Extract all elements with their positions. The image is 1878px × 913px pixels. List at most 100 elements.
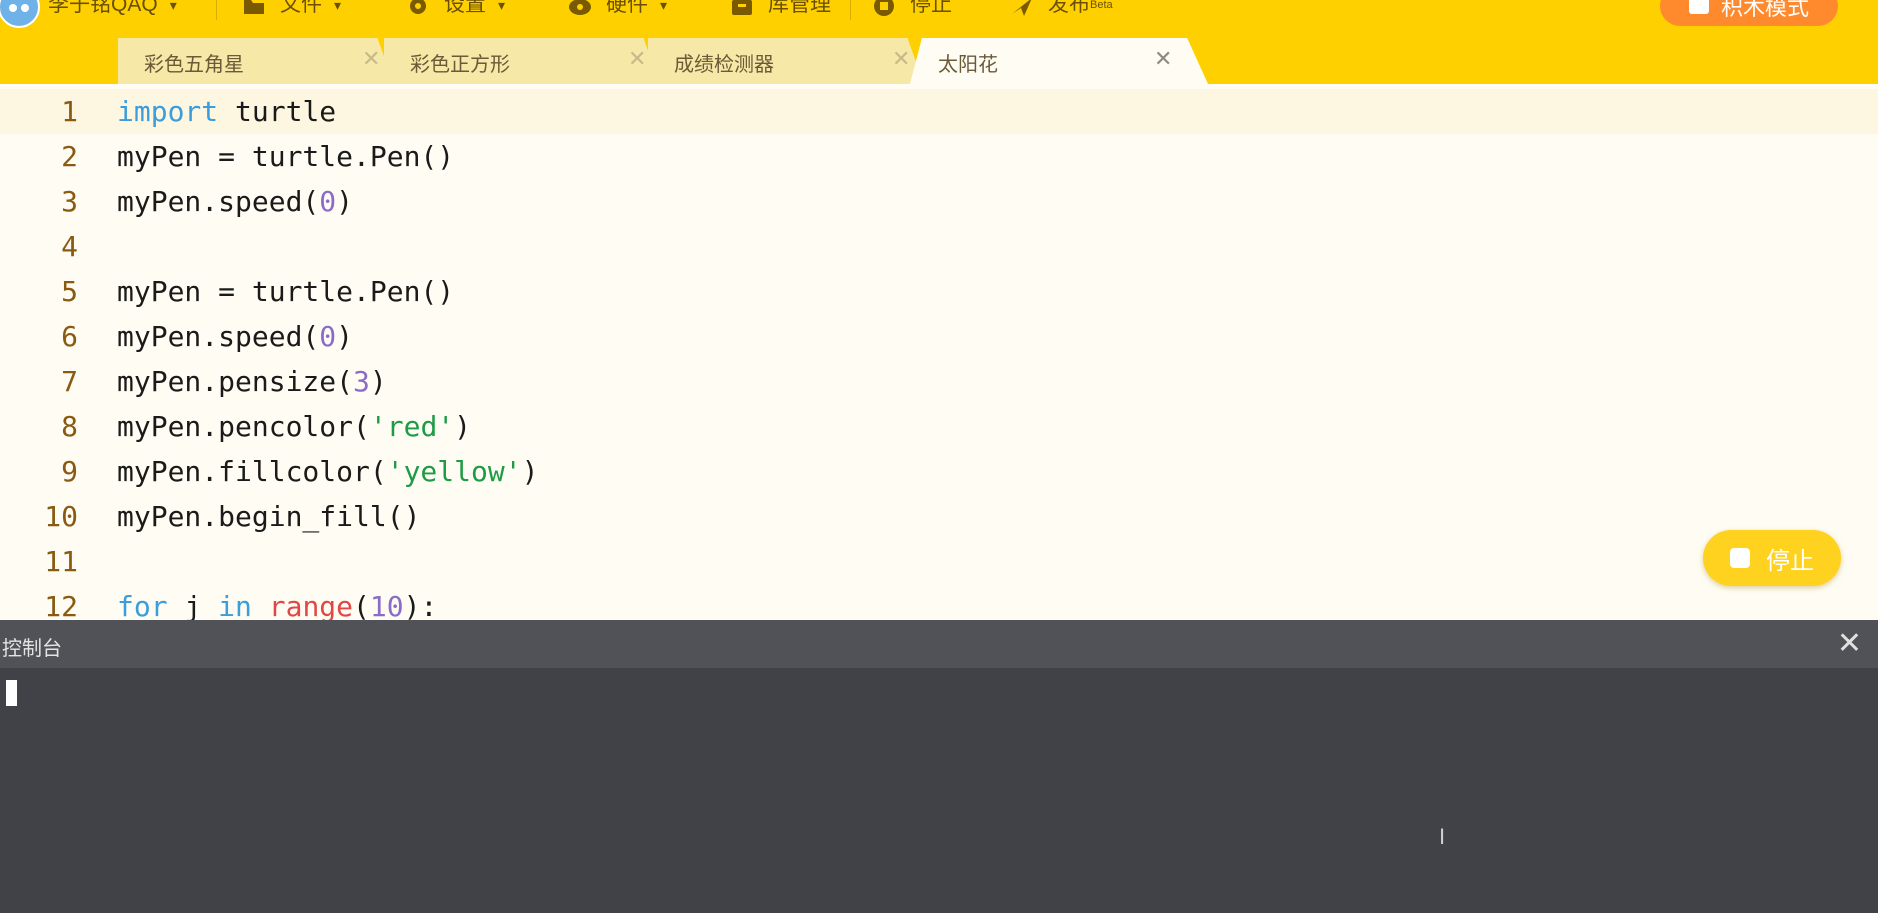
- close-icon[interactable]: ✕: [628, 46, 646, 72]
- code-part: ): [454, 410, 472, 443]
- stop-icon: [872, 0, 896, 16]
- code-text: myPen.pensize(3): [117, 359, 387, 404]
- menubar: 李子铭QAQ ▾ 文件 ▾ 设置 ▾ 硬件 ▾ 库管理 停止 发布 Beta 积…: [0, 0, 1878, 38]
- code-part: ): [521, 455, 539, 488]
- code-part: myPen.speed(: [117, 185, 320, 218]
- tab-bar: 彩色五角星 ✕ 彩色正方形 ✕ 成绩检测器 ✕ 太阳花 ✕: [0, 38, 1878, 84]
- close-icon[interactable]: ✕: [1154, 46, 1172, 72]
- console-output[interactable]: I: [0, 668, 1878, 913]
- publish-menu[interactable]: 发布 Beta: [1010, 0, 1113, 20]
- tab-grade-checker[interactable]: 成绩检测器 ✕: [648, 38, 924, 84]
- code-line: 11: [0, 539, 1878, 584]
- code-part: ):: [403, 590, 438, 620]
- close-icon[interactable]: ✕: [362, 46, 380, 72]
- code-part: myPen.pensize(: [117, 365, 354, 398]
- code-text: myPen.pencolor('red'): [117, 404, 471, 449]
- line-number: 8: [61, 410, 78, 443]
- line-number: 4: [61, 230, 78, 263]
- code-editor[interactable]: 1 import turtle 2 myPen = turtle.Pen() 3…: [0, 84, 1878, 620]
- code-part: j: [167, 590, 219, 620]
- block-icon: [1688, 0, 1709, 14]
- stop-menu[interactable]: 停止: [872, 0, 952, 20]
- close-icon[interactable]: ✕: [892, 46, 910, 72]
- block-mode-button[interactable]: 积木模式: [1660, 0, 1838, 26]
- code-text: myPen.speed(0): [117, 314, 353, 359]
- text-cursor: [6, 680, 17, 706]
- settings-menu[interactable]: 设置 ▾: [406, 0, 505, 20]
- stop-run-label: 停止: [1766, 547, 1814, 575]
- code-line: 9 myPen.fillcolor('yellow'): [0, 449, 1878, 494]
- stop-run-button[interactable]: 停止: [1703, 530, 1841, 586]
- line-number: 3: [61, 185, 78, 218]
- block-mode-label: 积木模式: [1720, 0, 1809, 20]
- stop-menu-label: 停止: [910, 0, 952, 16]
- tab-label: 成绩检测器: [674, 54, 774, 76]
- line-number: 11: [44, 545, 78, 578]
- line-number: 9: [61, 455, 78, 488]
- tab-label: 太阳花: [938, 54, 998, 76]
- line-number: 2: [61, 140, 78, 173]
- line-number: 1: [61, 95, 78, 128]
- keyword: in: [218, 590, 252, 620]
- hardware-menu[interactable]: 硬件 ▾: [568, 0, 667, 20]
- box-icon: [730, 0, 754, 15]
- code-line: 3 myPen.speed(0): [0, 179, 1878, 224]
- line-number: 6: [61, 320, 78, 353]
- tab-label: 彩色正方形: [410, 54, 510, 76]
- code-text: myPen.begin_fill(): [117, 500, 421, 533]
- chevron-down-icon: ▾: [498, 0, 506, 13]
- code-part: ): [336, 185, 354, 218]
- tab-colorful-square[interactable]: 彩色正方形 ✕: [384, 38, 660, 84]
- library-menu[interactable]: 库管理: [730, 0, 831, 20]
- line-number: 7: [61, 365, 78, 398]
- code-line: 5 myPen = turtle.Pen(): [0, 269, 1878, 314]
- code-part: ): [369, 365, 387, 398]
- library-menu-label: 库管理: [768, 0, 831, 16]
- code-part: ): [336, 320, 354, 353]
- code-text: for j in range(10):: [117, 584, 437, 620]
- number-literal: 0: [319, 320, 337, 353]
- rocket-icon: [1010, 0, 1034, 16]
- console-title: 控制台: [2, 638, 62, 660]
- settings-menu-label: 设置: [444, 0, 486, 16]
- file-menu[interactable]: 文件 ▾: [242, 0, 341, 20]
- code-text: import turtle: [117, 89, 336, 134]
- folder-icon: [242, 0, 266, 15]
- chevron-down-icon: ▾: [169, 0, 177, 13]
- publish-menu-label: 发布: [1048, 0, 1090, 16]
- code-text: myPen.speed(0): [117, 179, 353, 224]
- file-menu-label: 文件: [280, 0, 322, 16]
- user-menu[interactable]: 李子铭QAQ ▾: [48, 0, 177, 20]
- gear-icon: [406, 0, 430, 15]
- code-part: turtle: [218, 95, 337, 128]
- code-line: 6 myPen.speed(0): [0, 314, 1878, 359]
- hardware-menu-label: 硬件: [606, 0, 648, 16]
- line-number: 12: [44, 590, 78, 620]
- tab-label: 彩色五角星: [144, 54, 244, 76]
- tab-sunflower[interactable]: 太阳花 ✕: [910, 38, 1208, 84]
- code-part: myPen.pencolor(: [117, 410, 370, 443]
- robot-icon: [568, 0, 592, 15]
- code-line: 10 myPen.begin_fill(): [0, 494, 1878, 539]
- code-line: 4: [0, 224, 1878, 269]
- menu-divider: [216, 0, 217, 20]
- close-icon[interactable]: ✕: [1837, 626, 1862, 661]
- tab-colorful-star[interactable]: 彩色五角星 ✕: [118, 38, 394, 84]
- console-header: 控制台 ✕: [0, 620, 1878, 668]
- keyword: for: [117, 590, 168, 620]
- code-part: myPen.fillcolor(: [117, 455, 387, 488]
- avatar-eye-left: [9, 4, 17, 12]
- user-avatar[interactable]: [0, 0, 40, 28]
- code-line: 12 for j in range(10):: [0, 584, 1878, 620]
- number-literal: 0: [319, 185, 337, 218]
- code-line: 8 myPen.pencolor('red'): [0, 404, 1878, 449]
- stop-icon: [1730, 548, 1750, 568]
- code-line: 7 myPen.pensize(3): [0, 359, 1878, 404]
- code-part: [252, 590, 269, 620]
- avatar-eye-right: [21, 4, 29, 12]
- keyword: import: [117, 95, 219, 128]
- user-name: 李子铭QAQ: [48, 0, 158, 16]
- ibeam-cursor-icon: I: [1439, 824, 1446, 849]
- code-text: myPen.fillcolor('yellow'): [117, 449, 538, 494]
- chevron-down-icon: ▾: [660, 0, 668, 13]
